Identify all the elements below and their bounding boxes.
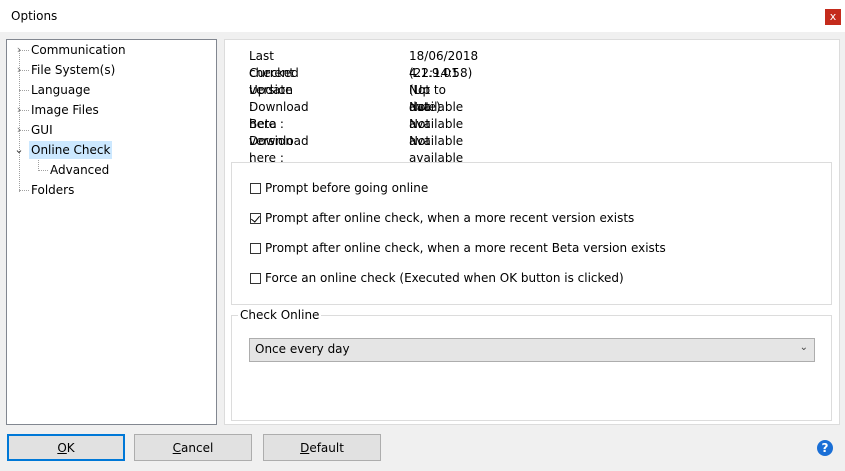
expand-chevron-icon[interactable]: › <box>14 121 24 139</box>
default-label-rest: efault <box>309 441 344 455</box>
checkbox-box[interactable] <box>250 212 261 224</box>
window-title: Options <box>11 9 58 23</box>
expand-chevron-icon[interactable]: › <box>14 41 24 59</box>
tree-item-label: Communication <box>31 43 126 57</box>
tree-item-label: Advanced <box>50 163 110 177</box>
tree-connector-line <box>38 170 48 171</box>
checkbox-box[interactable] <box>250 182 261 194</box>
chevron-down-icon[interactable]: ⌄ <box>800 342 808 353</box>
ok-button[interactable]: OK <box>7 434 125 461</box>
checkbox-label: Prompt after online check, when a more r… <box>265 211 635 225</box>
ok-label-rest: K <box>66 441 75 455</box>
options-tree[interactable]: › Communication › File System(s) Languag… <box>6 39 217 425</box>
check-online-legend: Check Online <box>238 308 322 322</box>
tree-item-label: Language <box>31 83 91 97</box>
checkbox-prompt-recent-version[interactable]: Prompt after online check, when a more r… <box>250 209 634 227</box>
checkbox-force-online-check[interactable]: Force an online check (Executed when OK … <box>250 269 624 287</box>
collapse-chevron-icon[interactable]: ⌄ <box>14 141 24 159</box>
tree-item-label: File System(s) <box>31 63 116 77</box>
tree-item-label: GUI <box>31 123 53 137</box>
checkbox-label: Prompt before going online <box>265 181 429 195</box>
cancel-button[interactable]: Cancel <box>134 434 252 461</box>
ok-accelerator: O <box>57 441 67 455</box>
help-icon[interactable]: ? <box>817 440 833 456</box>
cancel-label-rest: ancel <box>181 441 214 455</box>
checkbox-box[interactable] <box>250 242 261 254</box>
expand-chevron-icon[interactable]: › <box>14 101 24 119</box>
tree-connector-line <box>19 90 29 91</box>
tree-item-label: Folders <box>31 183 75 197</box>
checkbox-prompt-recent-beta[interactable]: Prompt after online check, when a more r… <box>250 239 666 257</box>
check-frequency-dropdown[interactable]: Once every day ⌄ <box>249 338 815 362</box>
tree-item-label: Image Files <box>31 103 99 117</box>
tree-connector-line <box>19 190 29 191</box>
cancel-accelerator: C <box>172 441 182 455</box>
expand-chevron-icon[interactable]: › <box>14 61 24 79</box>
checkbox-label: Force an online check (Executed when OK … <box>265 271 624 285</box>
title-bar: Options x <box>0 0 845 32</box>
tree-item-label: Online Check <box>29 141 113 159</box>
checkbox-box[interactable] <box>250 272 261 284</box>
default-accelerator: D <box>300 441 310 455</box>
prompt-options-group: Prompt before going online Prompt after … <box>231 162 832 305</box>
checkbox-label: Prompt after online check, when a more r… <box>265 241 666 255</box>
dropdown-selected-value: Once every day <box>255 342 350 356</box>
check-online-group: Check Online Once every day ⌄ <box>231 308 832 421</box>
online-check-panel: Last checked : 18/06/2018 (22:14:58) Cur… <box>224 39 840 425</box>
default-button[interactable]: Default <box>263 434 381 461</box>
close-button[interactable]: x <box>825 9 841 25</box>
checkbox-prompt-before-online[interactable]: Prompt before going online <box>250 179 428 197</box>
